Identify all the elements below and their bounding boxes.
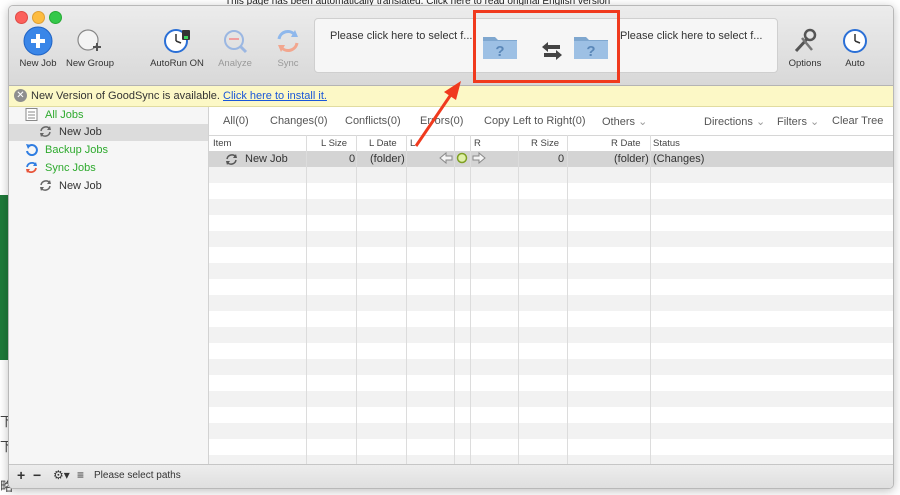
analyze-icon <box>224 30 248 54</box>
clock-icon <box>164 29 190 53</box>
row-l-date: (folder) <box>370 153 405 165</box>
toolbar: New Job New Group AutoRun ON Analyze Syn… <box>9 6 893 86</box>
sync-icon <box>39 179 52 195</box>
analyze-button[interactable]: Analyze <box>213 26 257 69</box>
others-label: Others <box>602 116 636 128</box>
new-job-item-label: New Job <box>59 180 102 192</box>
update-notice-bar: ✕ New Version of GoodSync is available. … <box>9 86 893 107</box>
auto-label: Auto <box>845 58 865 69</box>
column-divider <box>306 135 307 464</box>
chevron-down-icon: ⌄ <box>638 116 648 128</box>
column-divider <box>406 135 407 464</box>
column-divider <box>567 135 568 464</box>
backup-icon <box>25 143 38 159</box>
filter-changes[interactable]: Changes(0) <box>270 115 327 127</box>
new-job-item-label: New Job <box>59 126 102 138</box>
row-l-size: 0 <box>349 153 356 165</box>
left-arrow-icon[interactable] <box>439 151 453 167</box>
row-item-name: New Job <box>245 153 288 165</box>
goodsync-window: New Job New Group AutoRun ON Analyze Syn… <box>8 5 894 489</box>
sync-button[interactable]: Sync <box>267 26 309 69</box>
left-path-field[interactable]: Please click here to select f... <box>330 30 472 42</box>
autorun-label: AutoRun ON <box>150 58 204 69</box>
options-label: Options <box>788 58 822 69</box>
install-update-link[interactable]: Click here to install it. <box>223 90 327 102</box>
sync-jobs-label: Sync Jobs <box>45 162 96 174</box>
add-icon[interactable]: + <box>17 467 25 483</box>
col-status[interactable]: Status <box>653 138 680 149</box>
col-r-date[interactable]: R Date <box>611 138 641 149</box>
right-arrow-icon[interactable] <box>472 151 486 167</box>
col-r[interactable]: R <box>474 138 481 149</box>
column-divider <box>470 135 471 464</box>
new-group-label: New Group <box>65 58 115 69</box>
filter-bar: All(0) Changes(0) Conflicts(0) Errors(0)… <box>209 113 893 135</box>
close-window-button[interactable] <box>15 11 28 24</box>
menu-icon[interactable]: ≡ <box>77 468 84 482</box>
all-jobs-label: All Jobs <box>45 109 84 121</box>
row-status: (Changes) <box>653 153 705 165</box>
sync-icon <box>25 161 38 177</box>
new-group-button[interactable]: New Group <box>65 26 115 69</box>
filter-others[interactable]: Others ⌄ <box>602 115 647 128</box>
sync-icon <box>277 30 299 52</box>
new-group-icon <box>77 29 101 51</box>
chevron-down-icon: ⌄ <box>810 116 820 128</box>
filters-label: Filters <box>777 116 807 128</box>
column-divider <box>650 135 651 464</box>
col-l-size[interactable]: L Size <box>321 138 347 149</box>
list-icon <box>25 108 38 124</box>
auto-button[interactable]: Auto <box>837 26 873 69</box>
right-path-field[interactable]: Please click here to select f... <box>620 30 762 42</box>
filters-menu[interactable]: Filters ⌄ <box>777 115 819 128</box>
column-divider <box>518 135 519 464</box>
column-divider <box>454 135 455 464</box>
col-l[interactable]: L <box>410 138 415 149</box>
options-button[interactable]: Options <box>785 26 825 69</box>
autorun-button[interactable]: AutoRun ON <box>149 26 205 69</box>
update-notice-text: New Version of GoodSync is available. <box>31 90 220 102</box>
clock-icon <box>843 29 867 53</box>
column-divider <box>356 135 357 464</box>
filter-copy-left-to-right[interactable]: Copy Left to Right(0) <box>484 115 586 127</box>
col-r-size[interactable]: R Size <box>531 138 559 149</box>
sync-icon <box>39 125 52 141</box>
analyze-label: Analyze <box>218 58 252 69</box>
remove-icon[interactable]: − <box>33 467 41 483</box>
chevron-down-icon: ⌄ <box>755 116 766 128</box>
filter-all[interactable]: All(0) <box>223 115 249 127</box>
table-row[interactable]: New Job 0 (folder) 0 (folder) (Changes) <box>209 151 893 167</box>
col-item[interactable]: Item <box>213 138 231 149</box>
minimize-window-button[interactable] <box>32 11 45 24</box>
row-r-date: (folder) <box>614 153 649 165</box>
file-tree-grid: New Job 0 (folder) 0 (folder) (Changes) <box>209 151 893 464</box>
directions-label: Directions <box>704 116 753 128</box>
close-notice-icon[interactable]: ✕ <box>14 89 27 102</box>
filter-errors[interactable]: Errors(0) <box>420 115 463 127</box>
sync-icon <box>225 153 238 169</box>
col-l-date[interactable]: L Date <box>369 138 397 149</box>
plus-circle-icon <box>23 26 53 56</box>
directions-menu[interactable]: Directions ⌄ <box>704 115 765 128</box>
backup-jobs-label: Backup Jobs <box>45 144 108 156</box>
clear-tree-button[interactable]: Clear Tree <box>832 115 883 127</box>
new-job-button[interactable]: New Job <box>15 26 61 69</box>
new-job-label: New Job <box>19 58 57 69</box>
status-message: Please select paths <box>94 470 181 481</box>
jobs-sidebar: All Jobs New Job Backup Jobs Sync Jobs N… <box>9 107 209 464</box>
status-circle-icon <box>456 152 468 167</box>
status-bar: + − ⚙▾ ≡ Please select paths <box>9 464 893 488</box>
filter-conflicts[interactable]: Conflicts(0) <box>345 115 401 127</box>
row-r-size: 0 <box>558 153 565 165</box>
highlight-annotation-box <box>473 10 620 83</box>
gear-icon[interactable]: ⚙▾ <box>53 468 70 482</box>
grid-header: Item L Size L Date L R R Size R Date Sta… <box>209 135 893 152</box>
wrench-screwdriver-icon <box>794 28 817 53</box>
zoom-window-button[interactable] <box>49 11 62 24</box>
sync-label: Sync <box>277 58 299 69</box>
